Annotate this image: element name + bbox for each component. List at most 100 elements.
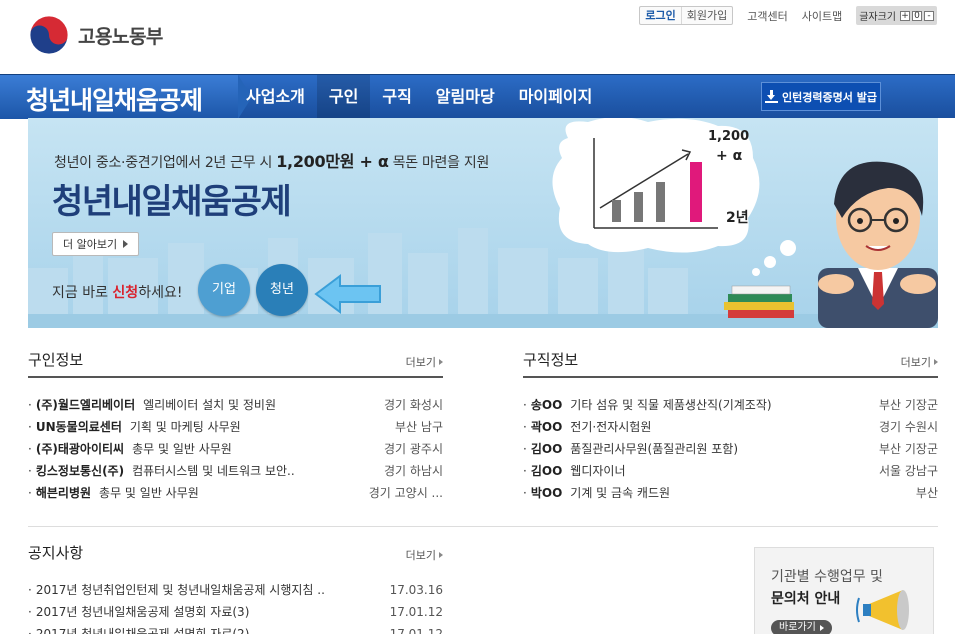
company-name: 킹스정보통신(주) — [35, 464, 125, 478]
notice-title: 2017년 청년내일채움공제 설명회 자료(3) — [35, 605, 250, 619]
customer-center-link[interactable]: 고객센터 — [747, 8, 787, 24]
desired-job: 전기·전자시험원 — [570, 420, 652, 434]
seeker-name: 박OO — [530, 486, 563, 500]
login-link[interactable]: 로그인 — [640, 7, 682, 24]
seeker-location: 부산 — [915, 486, 938, 500]
taegeuk-logo-icon — [29, 15, 69, 55]
megaphone-icon — [856, 590, 909, 630]
seeker-name: 곽OO — [530, 420, 563, 434]
job-seekers-panel: 구직정보 더보기 · 송OO 기타 섬유 및 직물 제품생산직(기계조작) 부산 기장… — [523, 350, 938, 504]
list-item[interactable]: · 곽OO 전기·전자시험원 경기 수원시 — [523, 416, 938, 438]
apply-prompt-post: 하세요! — [138, 285, 183, 301]
hero-subtitle-amount: 1,200만원 + α — [276, 152, 389, 171]
job-seekers-list: · 송OO 기타 섬유 및 직물 제품생산직(기계조작) 부산 기장군 · 곽OO 전기·… — [523, 394, 938, 504]
bubble-amount: 1,200 — [708, 129, 749, 144]
agency-info-banner[interactable]: 기관별 수행업무 및 문의처 안내 바로가기 — [754, 547, 934, 634]
job-seekers-title: 구직정보 — [523, 351, 579, 369]
auth-links: 로그인 회원가입 — [639, 6, 734, 25]
job-offers-title: 구인정보 — [28, 351, 84, 369]
learn-more-button[interactable]: 더 알아보기 — [52, 232, 140, 256]
utility-nav: 로그인 회원가입 고객센터 사이트맵 글자크기 + 0 - — [639, 6, 937, 25]
office-worker-character-image — [724, 161, 938, 328]
list-item[interactable]: · 2017년 청년내일채움공제 설명회 자료(3) 17.01.12 — [28, 601, 443, 623]
job-offers-panel: 구인정보 더보기 · (주)월드엘리베이터 엘리베이터 설치 및 정비원 경기 화성시… — [28, 350, 443, 504]
job-location: 경기 광주시 — [383, 442, 443, 456]
job-seekers-more-label: 더보기 — [900, 356, 931, 369]
list-item[interactable]: · 김OO 품질관리사무원(품질관리원 포함) 부산 기장군 — [523, 438, 938, 460]
sitemap-link[interactable]: 사이트맵 — [802, 8, 842, 24]
job-location: 부산 남구 — [395, 420, 443, 434]
main-menu: 사업소개 구인 구직 알림마당 마이페이지 — [246, 75, 604, 119]
desired-job: 품질관리사무원(품질관리원 포함) — [570, 442, 739, 456]
hero-subtitle: 청년이 중소·중견기업에서 2년 근무 시 1,200만원 + α 목돈 마련을… — [54, 148, 489, 172]
font-reset-button[interactable]: 0 — [912, 10, 922, 21]
hero-title: 청년내일채움공제 — [52, 182, 292, 222]
list-item[interactable]: · 2017년 청년내일채움공제 설명회 자료(2) 17.01.12 — [28, 623, 443, 634]
notices-title: 공지사항 — [28, 544, 84, 562]
ministry-logo[interactable]: 고용노동부 — [28, 14, 163, 56]
font-size-label: 글자크기 — [859, 12, 896, 23]
arrow-right-icon — [123, 240, 129, 248]
font-decrease-button[interactable]: - — [924, 10, 934, 21]
menu-notice-board[interactable]: 알림마당 — [424, 75, 507, 119]
company-name: 해븐리병원 — [35, 486, 92, 500]
font-size-control: 글자크기 + 0 - — [856, 6, 937, 25]
notices-list: · 2017년 청년취업인턴제 및 청년내일채움공제 시행지침 .. 17.03.1… — [28, 579, 443, 634]
job-seekers-more-link[interactable]: 더보기 — [901, 354, 938, 370]
apply-prompt-pre: 지금 바로 — [52, 285, 113, 301]
list-item[interactable]: · UN동물의료센터 기획 및 마케팅 사무원 부산 남구 — [28, 416, 443, 438]
notices-more-link[interactable]: 더보기 — [406, 547, 443, 563]
apply-company-button[interactable]: 기업 — [198, 264, 250, 316]
shortcut-button[interactable]: 바로가기 — [771, 620, 832, 634]
hero-subtitle-post: 목돈 마련을 지원 — [388, 155, 490, 171]
apply-youth-button[interactable]: 청년 — [256, 264, 308, 316]
company-name: (주)월드엘리베이터 — [35, 398, 136, 412]
list-item[interactable]: · 김OO 웹디자이너 서울 강남구 — [523, 460, 938, 482]
list-item[interactable]: · 해븐리병원 총무 및 일반 사무원 경기 고양시 ... — [28, 482, 443, 504]
list-item[interactable]: · 박OO 기계 및 금속 캐드원 부산 — [523, 482, 938, 504]
job-title: 기획 및 마케팅 사무원 — [129, 420, 241, 434]
notice-title: 2017년 청년취업인턴제 및 청년내일채움공제 시행지침 .. — [35, 583, 325, 597]
ministry-name: 고용노동부 — [78, 25, 163, 48]
job-offers-list: · (주)월드엘리베이터 엘리베이터 설치 및 정비원 경기 화성시 · UN동물의료센… — [28, 394, 443, 504]
hero-banner: 청년이 중소·중견기업에서 2년 근무 시 1,200만원 + α 목돈 마련을… — [28, 118, 938, 328]
intern-certificate-button[interactable]: 인턴경력증명서 발급 — [761, 82, 881, 111]
menu-business-intro[interactable]: 사업소개 — [246, 75, 317, 119]
service-brand[interactable]: 청년내일채움공제 — [0, 75, 252, 119]
hero-subtitle-pre: 청년이 중소·중견기업에서 2년 근무 시 — [54, 155, 277, 171]
list-item[interactable]: · (주)태광아이티씨 총무 및 일반 사무원 경기 광주시 — [28, 438, 443, 460]
font-increase-button[interactable]: + — [900, 10, 910, 21]
chevron-right-icon — [934, 359, 938, 365]
menu-mypage[interactable]: 마이페이지 — [507, 75, 605, 119]
seeker-location: 부산 기장군 — [878, 398, 938, 412]
list-item[interactable]: · (주)월드엘리베이터 엘리베이터 설치 및 정비원 경기 화성시 — [28, 394, 443, 416]
section-divider — [28, 526, 938, 527]
chevron-right-icon — [439, 552, 443, 558]
seeker-name: 송OO — [530, 398, 563, 412]
job-location: 경기 하남시 — [383, 464, 443, 478]
global-nav: 청년내일채움공제 사업소개 구인 구직 알림마당 마이페이지 인턴경력증명서 발… — [0, 74, 955, 119]
company-name: UN동물의료센터 — [35, 420, 122, 434]
job-title: 컴퓨터시스템 및 네트워크 보안.. — [132, 464, 295, 478]
top-header: 고용노동부 로그인 회원가입 고객센터 사이트맵 글자크기 + 0 - — [0, 0, 955, 74]
seeker-location: 서울 강남구 — [878, 464, 938, 478]
pointing-arrow-icon — [314, 274, 381, 314]
list-item[interactable]: · 2017년 청년취업인턴제 및 청년내일채움공제 시행지침 .. 17.03.1… — [28, 579, 443, 601]
job-offers-more-link[interactable]: 더보기 — [406, 354, 443, 370]
menu-job-offers[interactable]: 구인 — [316, 75, 371, 119]
menu-job-seeking[interactable]: 구직 — [370, 75, 423, 119]
arrow-right-icon — [819, 625, 824, 631]
shortcut-label: 바로가기 — [779, 622, 816, 633]
job-location: 경기 고양시 ... — [368, 486, 443, 500]
desired-job: 기계 및 금속 캐드원 — [570, 486, 671, 500]
notices-panel: 공지사항 더보기 · 2017년 청년취업인턴제 및 청년내일채움공제 시행지침 … — [28, 541, 443, 634]
job-title: 총무 및 일반 사무원 — [132, 442, 232, 456]
list-item[interactable]: · 송OO 기타 섬유 및 직물 제품생산직(기계조작) 부산 기장군 — [523, 394, 938, 416]
list-item[interactable]: · 킹스정보통신(주) 컴퓨터시스템 및 네트워크 보안.. 경기 하남시 — [28, 460, 443, 482]
chevron-right-icon — [439, 359, 443, 365]
notice-title: 2017년 청년내일채움공제 설명회 자료(2) — [35, 627, 250, 634]
signup-link[interactable]: 회원가입 — [682, 7, 732, 24]
notice-date: 17.01.12 — [389, 605, 443, 619]
apply-prompt: 지금 바로 신청하세요! — [52, 282, 182, 302]
job-offers-header: 구인정보 더보기 — [28, 350, 443, 378]
